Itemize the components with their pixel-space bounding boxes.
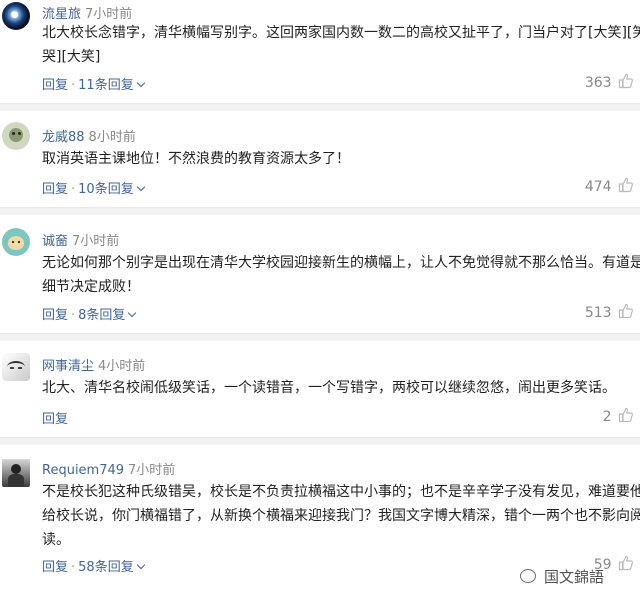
comment-line: 给校长说，你门横福错了，从新换个横福来迎接我门？我国文字博大精深，错个一两个也不… — [42, 508, 640, 524]
like-button[interactable]: 474 — [585, 177, 634, 195]
replies-count: 11条回复 — [78, 78, 134, 93]
like-button[interactable]: 363 — [585, 73, 634, 91]
thumbs-up-icon — [618, 177, 633, 193]
like-button[interactable]: 2 — [603, 407, 634, 425]
replies-toggle[interactable]: 8条回复 — [78, 308, 137, 323]
avatar[interactable] — [2, 228, 30, 256]
comment-divider — [0, 207, 640, 215]
thumbs-up-icon — [618, 407, 633, 423]
comment-line: 北大、清华名校闹低级笑话，一个读错音，一个写错字，两校可以继续忽悠，闹出更多笑话… — [42, 380, 616, 396]
reply-button[interactable]: 回复 — [42, 182, 68, 197]
like-button[interactable]: 513 — [585, 303, 634, 321]
chevron-down-icon — [128, 308, 137, 318]
reply-button[interactable]: 回复 — [42, 308, 68, 323]
replies-count: 8条回复 — [78, 308, 126, 323]
comment-text: 无论如何那个别字是出现在清华大学校园迎接新生的横幅上，让人不免觉得就不那么恰当。… — [42, 251, 640, 299]
username[interactable]: Requiem749 — [42, 463, 124, 478]
like-count: 363 — [584, 75, 612, 91]
comment-text: 不是校长犯这种氏级错吴，校长是不负责拉横福这中小事的；也不是辛辛学子没有发见，难… — [42, 480, 640, 552]
comment-time: 4小时前 — [98, 359, 146, 374]
chevron-down-icon — [136, 78, 145, 88]
comment-divider — [0, 333, 640, 341]
comment-line: 取消英语主课地位！不然浪费的教育资源太多了！ — [42, 151, 350, 167]
watermark: 国文錦語 — [520, 566, 604, 587]
username[interactable]: 诚奤 — [42, 234, 68, 249]
avatar[interactable] — [2, 459, 30, 487]
thumbs-up-icon — [618, 555, 633, 571]
replies-count: 10条回复 — [78, 182, 134, 197]
chevron-down-icon — [136, 182, 145, 192]
username[interactable]: 流星旅 — [42, 7, 81, 22]
comment-text: 取消英语主课地位！不然浪费的教育资源太多了！ — [42, 147, 640, 171]
reply-button[interactable]: 回复 — [42, 412, 68, 427]
thumbs-up-icon — [618, 303, 633, 319]
comment-text: 北大校长念错字，清华横幅写别字。这回两家国内数一数二的高校又扯平了，门当户对了[… — [42, 21, 640, 69]
comment-time: 8小时前 — [88, 130, 136, 145]
comment-line: 无论如何那个别字是出现在清华大学校园迎接新生的横幅上，让人不免觉得就不那么恰当。… — [42, 255, 640, 271]
replies-toggle[interactable]: 58条回复 — [78, 560, 145, 575]
comment-line: 读。 — [42, 532, 70, 548]
comment-line: 哭][大笑] — [42, 49, 101, 65]
replies-toggle[interactable]: 11条回复 — [78, 78, 145, 93]
comment-line: 不是校长犯这种氏级错吴，校长是不负责拉横福这中小事的；也不是辛辛学子没有发见，难… — [42, 484, 640, 500]
comment-divider — [0, 437, 640, 445]
replies-toggle[interactable]: 10条回复 — [78, 182, 145, 197]
comment-divider — [0, 103, 640, 111]
reply-button[interactable]: 回复 — [42, 560, 68, 575]
chat-bubble-icon — [520, 569, 536, 583]
avatar[interactable] — [2, 2, 30, 30]
like-count: 2 — [602, 409, 612, 425]
comment-line: 细节决定成败！ — [42, 279, 140, 295]
comment-text: 北大、清华名校闹低级笑话，一个读错音，一个写错字，两校可以继续忽悠，闹出更多笑话… — [42, 376, 640, 400]
username[interactable]: 网事清尘 — [42, 359, 94, 374]
comment-time: 7小时前 — [128, 463, 176, 478]
like-count: 513 — [584, 305, 612, 321]
comment-time: 7小时前 — [85, 7, 133, 22]
replies-count: 58条回复 — [78, 560, 134, 575]
comment-time: 7小时前 — [72, 234, 120, 249]
like-count: 474 — [584, 179, 612, 195]
reply-button[interactable]: 回复 — [42, 78, 68, 93]
comment-line: 北大校长念错字，清华横幅写别字。这回两家国内数一数二的高校又扯平了，门当户对了[… — [42, 25, 640, 41]
username[interactable]: 龙威88 — [42, 130, 85, 145]
watermark-text: 国文錦語 — [544, 568, 605, 586]
avatar[interactable] — [2, 122, 30, 150]
chevron-down-icon — [136, 560, 145, 570]
avatar[interactable] — [2, 353, 30, 381]
thumbs-up-icon — [618, 73, 633, 89]
